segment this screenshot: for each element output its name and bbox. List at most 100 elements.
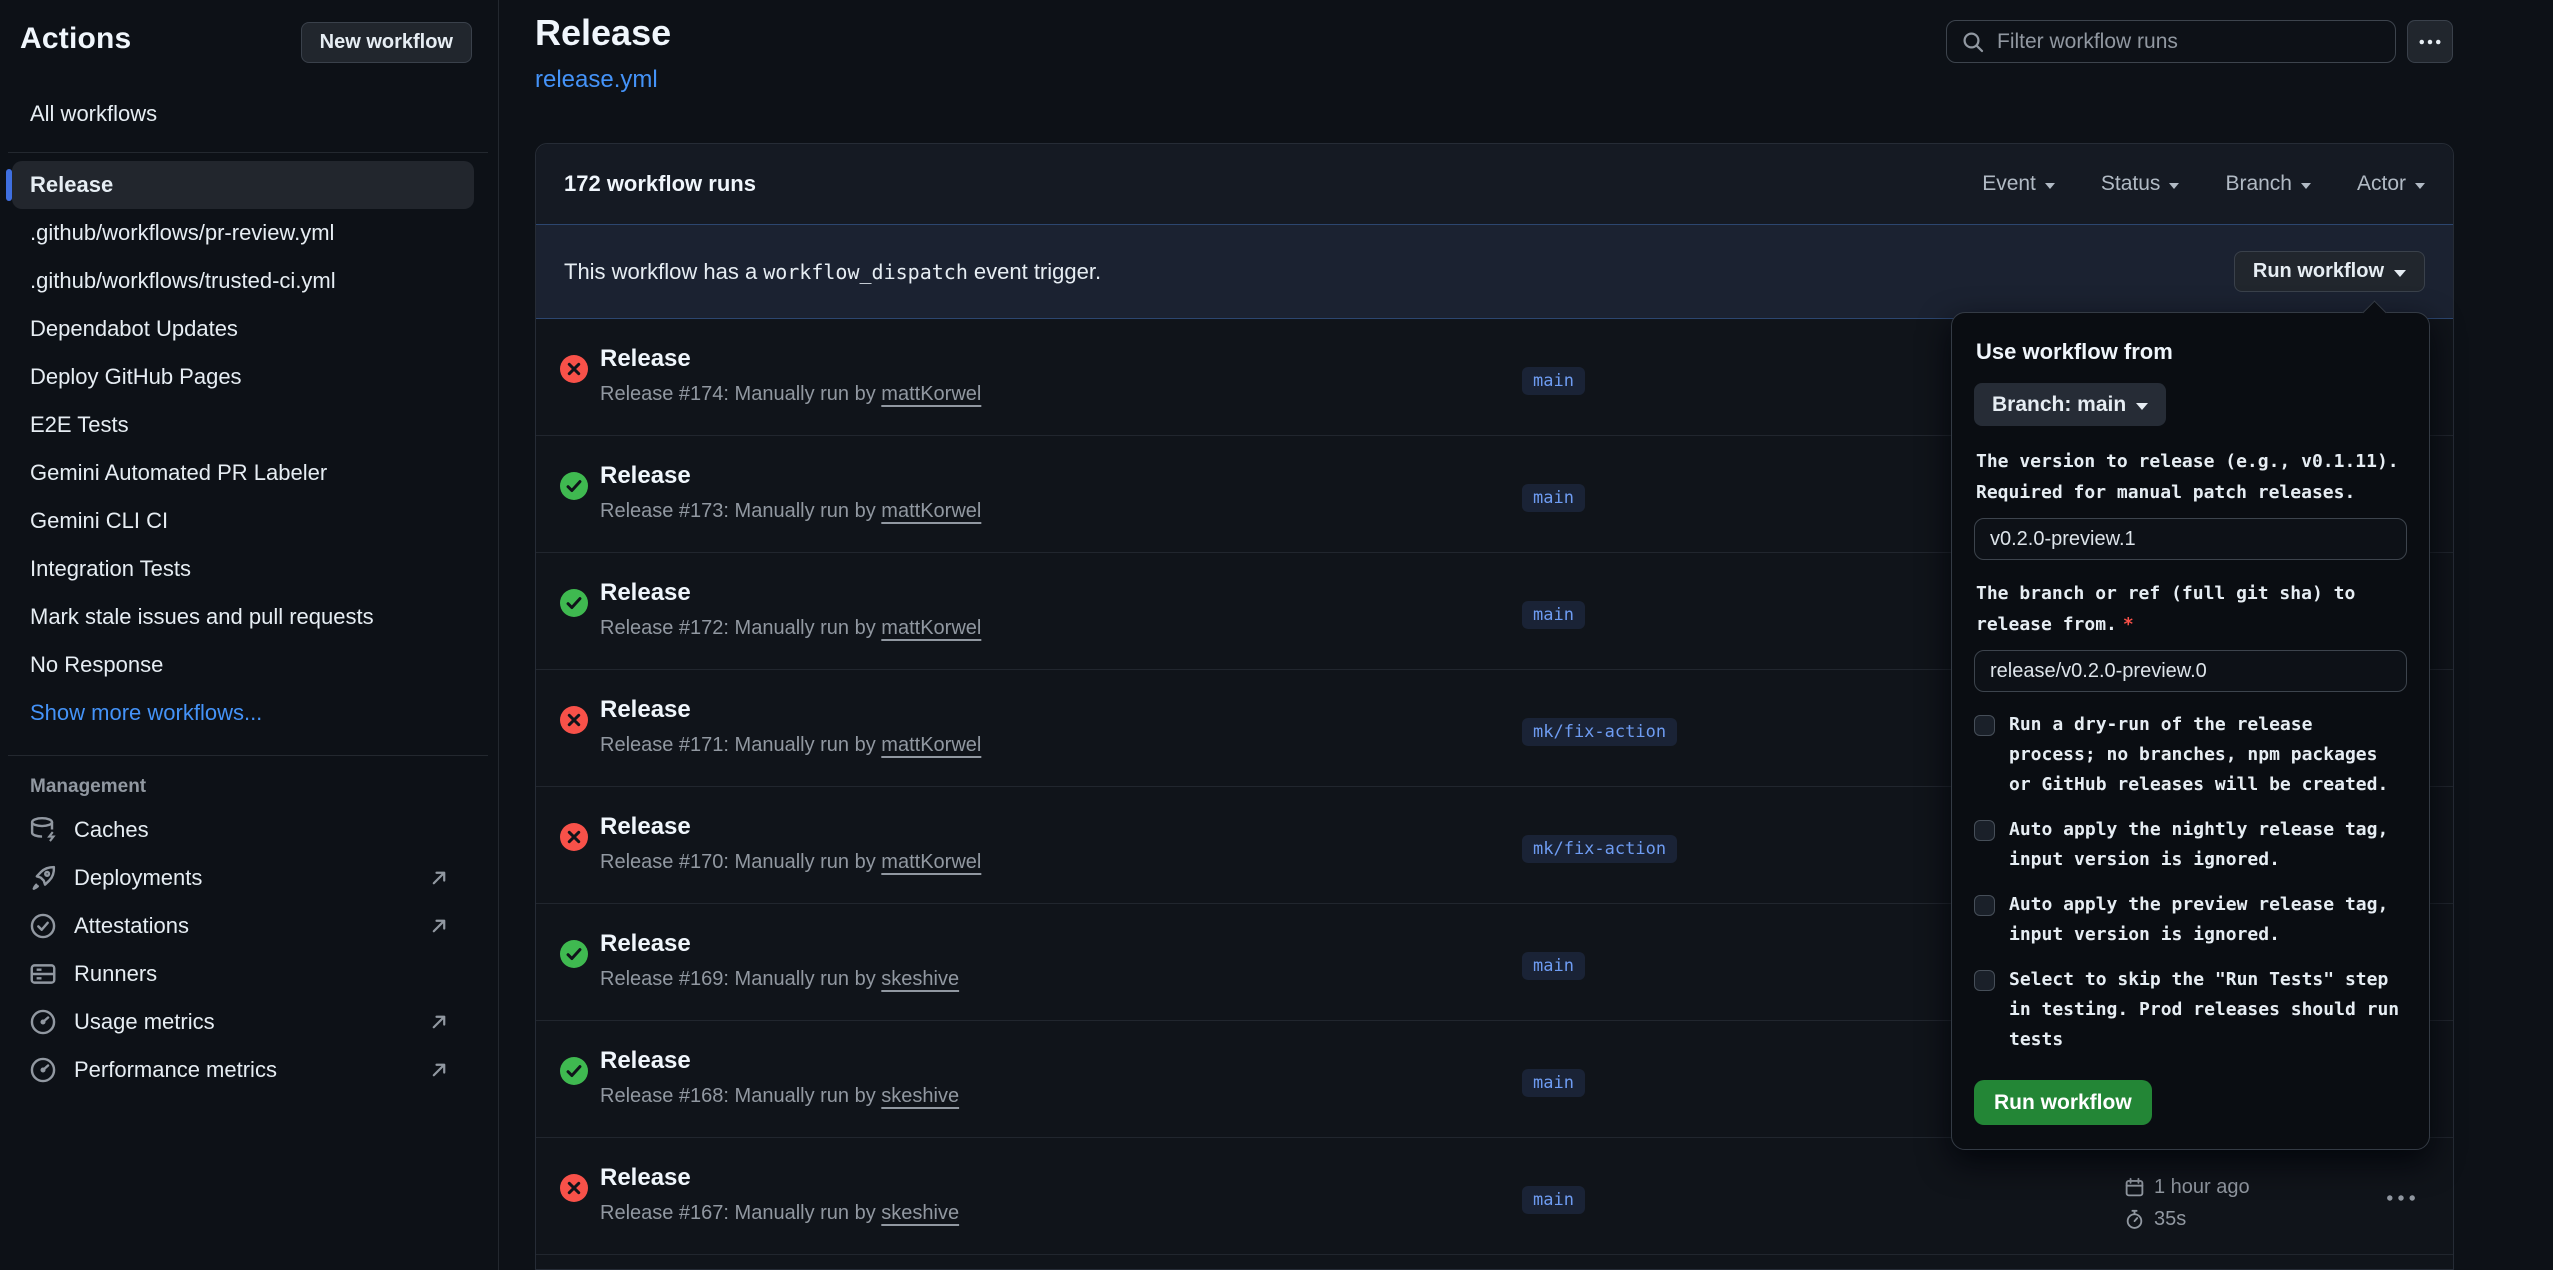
sidebar-management-item[interactable]: Performance metrics [12,1046,474,1094]
run-title[interactable]: Release [600,813,691,841]
run-subtitle: Release #172: Manually run by mattKorwel [600,617,981,640]
sidebar-workflow-item[interactable]: .github/workflows/trusted-ci.yml [12,257,474,305]
popup-checkbox-row[interactable]: Run a dry-run of the release process; no… [1974,710,2407,800]
run-title[interactable]: Release [600,579,691,607]
run-subtitle: Release #174: Manually run by mattKorwel [600,383,981,406]
sidebar-item-label: Caches [74,817,149,843]
version-input-description: The version to release (e.g., v0.1.11). … [1976,446,2407,508]
x-circle-icon [560,1174,588,1202]
actor-link[interactable]: mattKorwel [881,383,981,405]
sidebar-workflow-item[interactable]: No Response [12,641,474,689]
workflow-options-button[interactable] [2407,20,2453,63]
run-title[interactable]: Release [600,345,691,373]
runs-filter-actor[interactable]: Actor [2357,172,2425,196]
kebab-icon [2418,30,2442,54]
sidebar-item-label: Deployments [74,865,202,891]
popup-checkbox-row[interactable]: Select to skip the "Run Tests" step in t… [1974,965,2407,1055]
meter-icon [28,1007,58,1037]
sidebar-management-item[interactable]: Runners [12,950,474,998]
checkbox[interactable] [1974,715,1995,736]
run-subtitle: Release #169: Manually run by skeshive [600,968,959,991]
run-subtitle: Release #170: Manually run by mattKorwel [600,851,981,874]
workflow-file-link[interactable]: release.yml [535,66,658,94]
filter-input[interactable] [1997,30,2381,54]
sidebar-management-item[interactable]: Attestations [12,902,474,950]
calendar-icon [2124,1177,2145,1198]
run-workflow-toggle-button[interactable]: Run workflow [2234,251,2425,292]
runs-filter-branch[interactable]: Branch [2225,172,2311,196]
x-circle-icon [560,355,588,383]
sidebar-workflow-item[interactable]: .github/workflows/pr-review.yml [12,209,474,257]
sidebar-item-label: Attestations [74,913,189,939]
checkbox[interactable] [1974,820,1995,841]
run-workflow-popup: Use workflow from Branch: main The versi… [1951,312,2430,1150]
branch-badge[interactable]: main [1522,484,1585,512]
version-input[interactable] [1974,518,2407,560]
branch-badge[interactable]: main [1522,1069,1585,1097]
run-workflow-submit-button[interactable]: Run workflow [1974,1080,2152,1125]
checkbox[interactable] [1974,970,1995,991]
sidebar-workflow-item[interactable]: Gemini CLI CI [12,497,474,545]
actions-sidebar: Actions New workflow All workflows Relea… [0,0,499,1270]
sidebar-workflow-item[interactable]: Show more workflows... [12,689,474,737]
run-title[interactable]: Release [600,1047,691,1075]
ref-input[interactable] [1974,650,2407,692]
sidebar-workflow-item[interactable]: Gemini Automated PR Labeler [12,449,474,497]
sidebar-workflow-item[interactable]: Integration Tests [12,545,474,593]
actor-link[interactable]: skeshive [881,968,959,990]
branch-badge[interactable]: main [1522,367,1585,395]
sidebar-workflow-item[interactable]: E2E Tests [12,401,474,449]
new-workflow-button[interactable]: New workflow [301,22,472,63]
runs-filter-event[interactable]: Event [1982,172,2055,196]
actor-link[interactable]: skeshive [881,1085,959,1107]
required-asterisk: * [2123,614,2134,635]
branch-badge[interactable]: main [1522,601,1585,629]
sidebar-management-item[interactable]: Caches [12,806,474,854]
cache-icon [28,815,58,845]
run-title[interactable]: Release [600,1164,691,1192]
run-duration: 35s [2154,1208,2186,1231]
run-title[interactable]: Release [600,696,691,724]
run-title[interactable]: Release [600,462,691,490]
check-circle-icon [560,589,588,617]
branch-select-button[interactable]: Branch: main [1974,383,2166,426]
sidebar-item-label: Release [30,172,113,198]
popup-checkbox-row[interactable]: Auto apply the nightly release tag, inpu… [1974,815,2407,875]
sidebar-workflow-item[interactable]: Deploy GitHub Pages [12,353,474,401]
actor-link[interactable]: mattKorwel [881,734,981,756]
sidebar-workflow-item[interactable]: Release [12,161,474,209]
runs-card-header: 172 workflow runs Event Status Branch Ac… [536,144,2453,224]
sidebar-item-label: Integration Tests [30,556,191,582]
run-subtitle: Release #173: Manually run by mattKorwel [600,500,981,523]
sidebar-item-label: .github/workflows/trusted-ci.yml [30,268,336,294]
branch-badge[interactable]: main [1522,1186,1585,1214]
sidebar-item-all-workflows[interactable]: All workflows [12,90,474,138]
sidebar-item-label: Performance metrics [74,1057,277,1083]
chevron-down-icon [2136,403,2148,410]
actor-link[interactable]: mattKorwel [881,500,981,522]
sidebar-workflow-item[interactable]: Dependabot Updates [12,305,474,353]
checkbox[interactable] [1974,895,1995,916]
actor-link[interactable]: mattKorwel [881,851,981,873]
sidebar-item-label: Dependabot Updates [30,316,238,342]
branch-badge[interactable]: main [1522,952,1585,980]
actor-link[interactable]: mattKorwel [881,617,981,639]
popup-checkbox-row[interactable]: Auto apply the preview release tag, inpu… [1974,890,2407,950]
workflow-run-row[interactable]: Release Release #167: Manually run by sk… [536,1138,2453,1255]
stopwatch-icon [2124,1209,2145,1230]
branch-badge[interactable]: mk/fix-action [1522,835,1677,863]
sidebar-item-label: Mark stale issues and pull requests [30,604,374,630]
runs-filter-status[interactable]: Status [2101,172,2180,196]
sidebar-workflow-item[interactable]: Mark stale issues and pull requests [12,593,474,641]
sidebar-management-item[interactable]: Usage metrics [12,998,474,1046]
run-kebab-icon[interactable] [2385,1188,2417,1208]
sidebar-item-label: Deploy GitHub Pages [30,364,242,390]
actor-link[interactable]: skeshive [881,1202,959,1224]
check-circle-icon [560,940,588,968]
run-title[interactable]: Release [600,930,691,958]
sidebar-divider [8,755,488,756]
sidebar-management-item[interactable]: Deployments [12,854,474,902]
selected-indicator [6,169,12,201]
sidebar-item-label: Runners [74,961,157,987]
branch-badge[interactable]: mk/fix-action [1522,718,1677,746]
